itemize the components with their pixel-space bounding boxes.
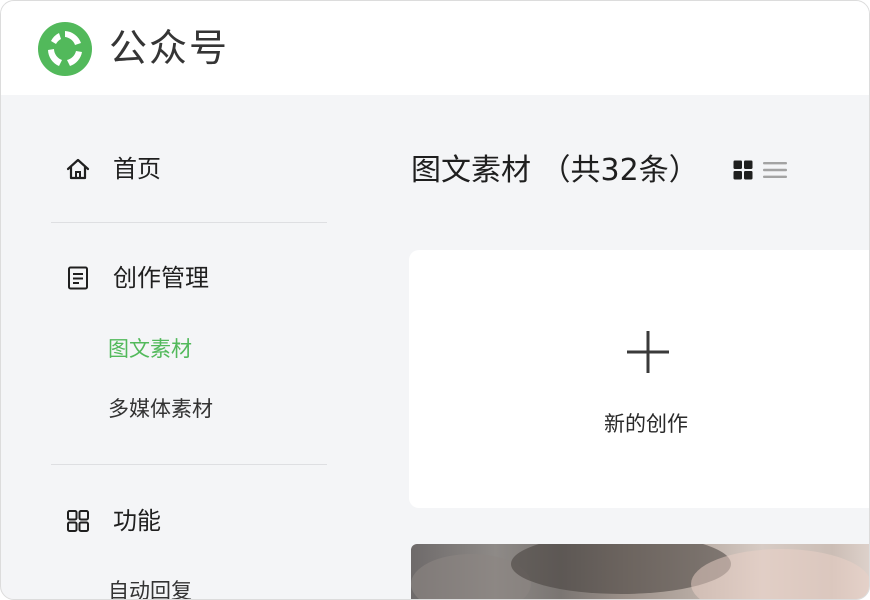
sidebar-item-features[interactable]: 功能: [65, 506, 161, 536]
grid-icon: [67, 510, 89, 532]
page-title: 图文素材 （共32条）: [411, 153, 699, 188]
sidebar: 首页 创作管理 图文素材 多媒体素材 功能 自动回复: [1, 95, 361, 599]
list-view-icon[interactable]: [763, 160, 787, 180]
sidebar-item-label: 创作管理: [113, 264, 209, 292]
app-title: 公众号: [109, 26, 230, 70]
app-window: 公众号 首页 创作管理 图文素材 多媒体素材 功能 自动回复 图文素材 （共32…: [0, 0, 870, 600]
article-thumbnail[interactable]: [411, 544, 869, 599]
home-icon: [66, 158, 90, 180]
sidebar-divider: [51, 464, 327, 465]
sidebar-item-creation[interactable]: 创作管理: [65, 263, 209, 293]
view-toggle: [733, 160, 787, 180]
top-bar: 公众号: [1, 1, 869, 95]
sidebar-subitem-auto-reply[interactable]: 自动回复: [108, 577, 192, 599]
new-creation-label: 新的创作: [604, 412, 688, 436]
sidebar-divider: [51, 222, 327, 223]
sidebar-item-home[interactable]: 首页: [65, 154, 161, 184]
app-logo-icon: [38, 22, 92, 76]
sidebar-item-label: 首页: [113, 155, 161, 183]
document-icon: [68, 266, 88, 290]
sidebar-item-label: 功能: [113, 507, 161, 535]
new-creation-card[interactable]: 新的创作: [409, 250, 869, 508]
grid-view-icon[interactable]: [733, 160, 753, 180]
sidebar-subitem-media[interactable]: 多媒体素材: [108, 395, 213, 423]
sidebar-subitem-articles[interactable]: 图文素材: [108, 335, 192, 363]
plus-icon: [627, 331, 669, 373]
